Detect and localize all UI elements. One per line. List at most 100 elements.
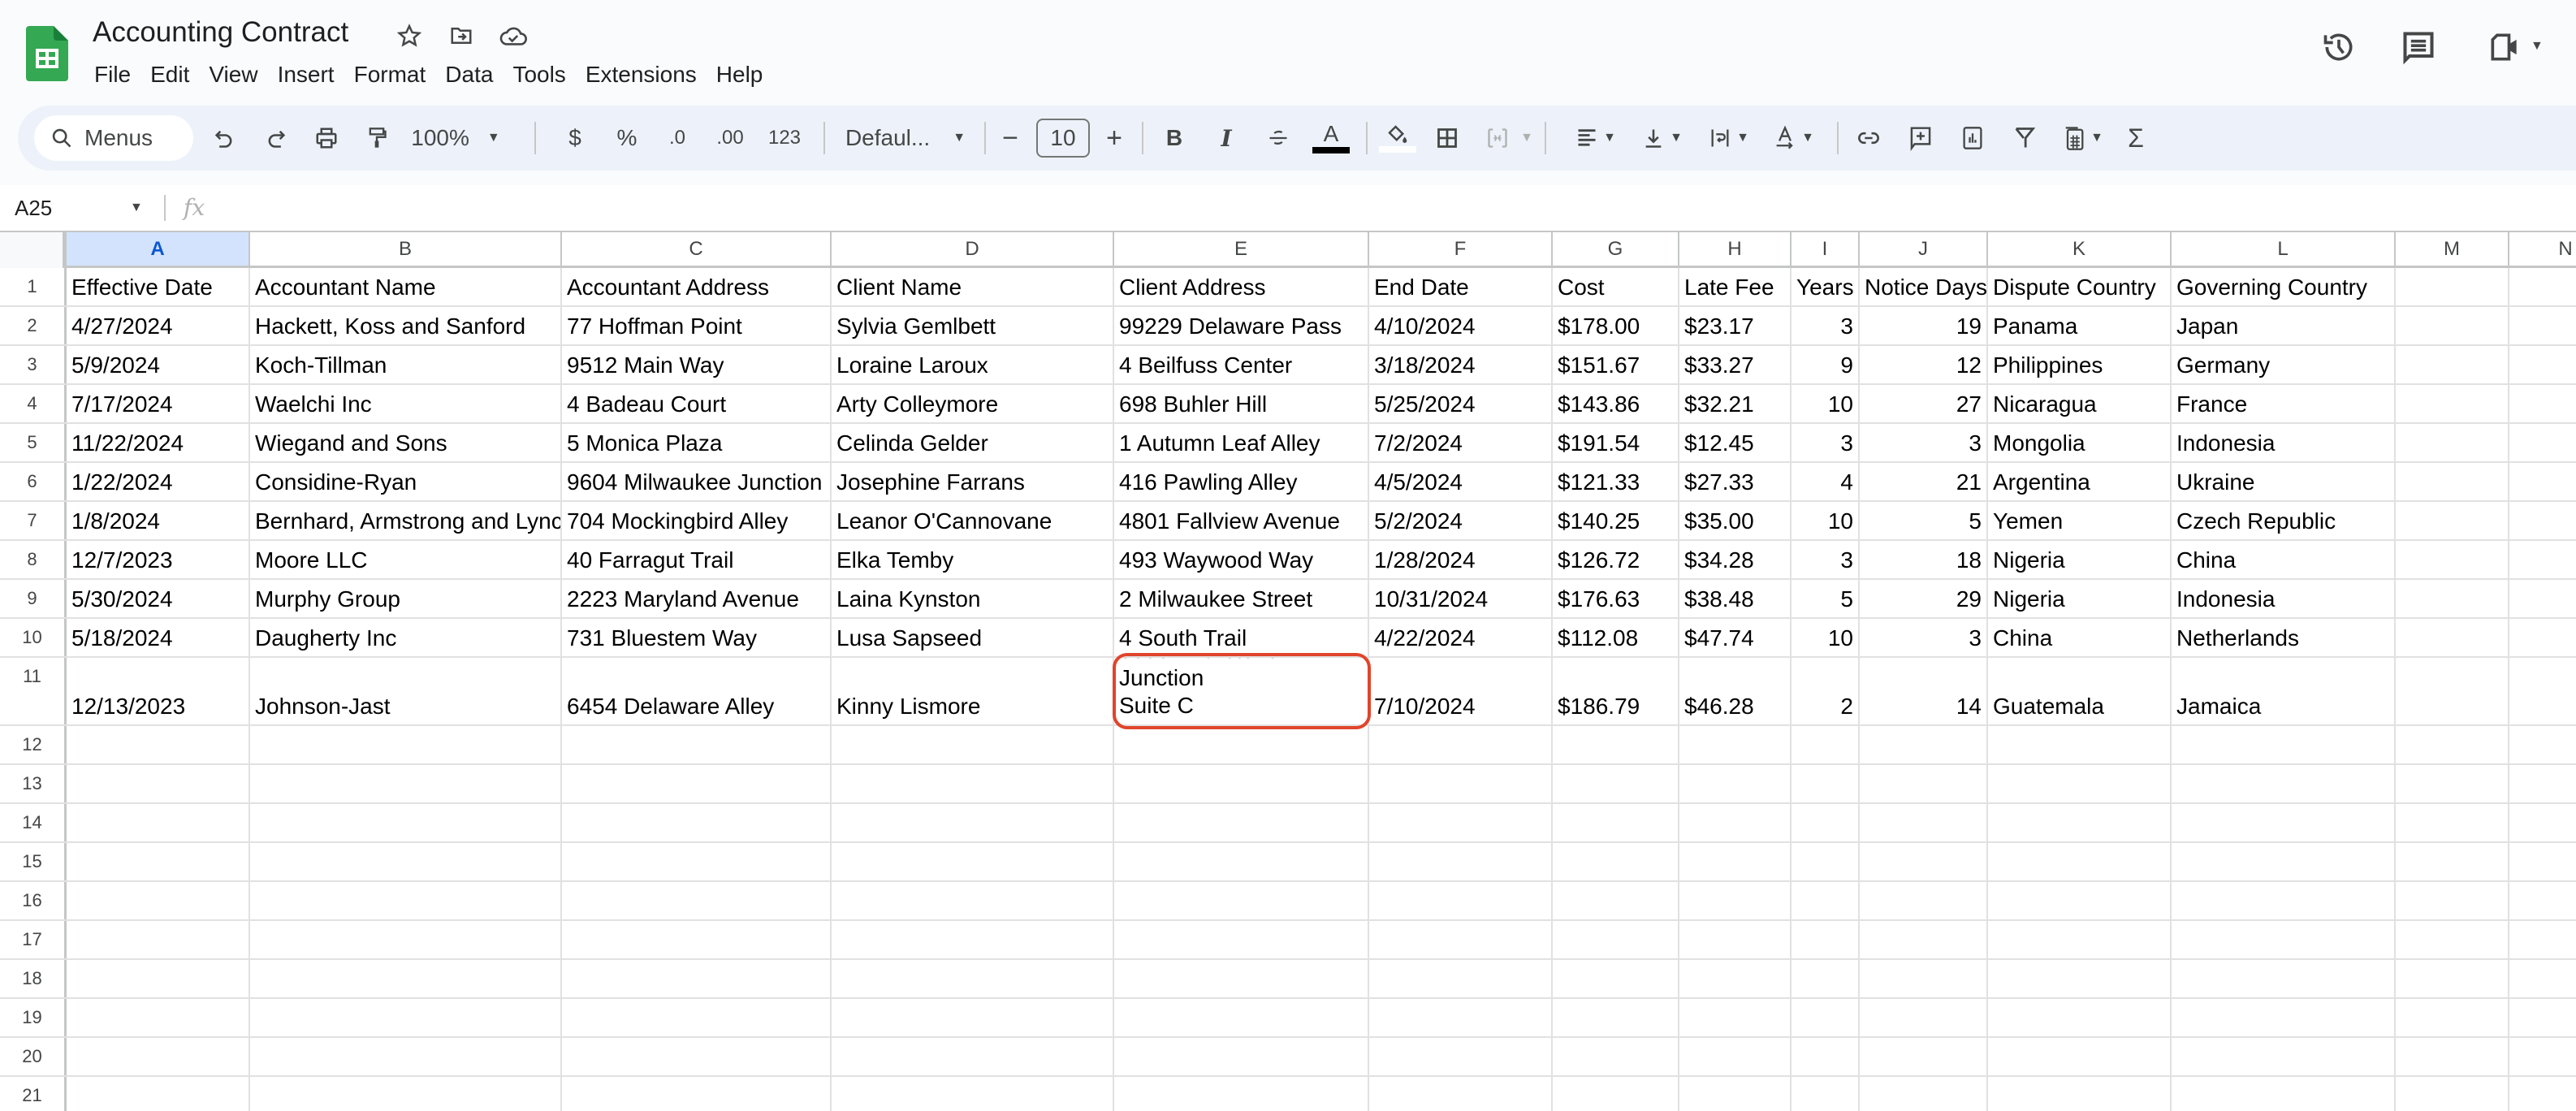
cell-h20[interactable] <box>1679 1038 1792 1075</box>
insert-link-icon[interactable] <box>1848 106 1889 171</box>
version-history-icon[interactable] <box>2316 24 2362 70</box>
cell-e15[interactable] <box>1114 843 1369 880</box>
row-header-21[interactable]: 21 <box>0 1077 67 1111</box>
cell-m4[interactable] <box>2396 385 2509 422</box>
meet-dropdown-caret-icon[interactable]: ▼ <box>2531 39 2544 54</box>
spreadsheet-grid[interactable]: ABCDEFGHIJKLMN 1 Effective Date Accountant… <box>0 231 2576 1111</box>
undo-icon[interactable] <box>206 106 242 171</box>
cell-j20[interactable] <box>1860 1038 1988 1075</box>
formula-input[interactable] <box>219 185 2576 231</box>
column-header-f[interactable]: F <box>1369 232 1553 266</box>
column-header-l[interactable]: L <box>2172 232 2396 266</box>
cell-n20[interactable] <box>2509 1038 2576 1075</box>
bold-button[interactable]: B <box>1156 106 1192 171</box>
row-header-13[interactable]: 13 <box>0 765 67 802</box>
name-box-caret-icon[interactable]: ▼ <box>130 185 143 231</box>
merge-cells-icon[interactable] <box>1480 106 1515 171</box>
column-header-i[interactable]: I <box>1792 232 1860 266</box>
cell-g9[interactable]: $176.63 <box>1553 580 1679 617</box>
cell-a1[interactable]: Effective Date <box>67 268 250 305</box>
cell-i18[interactable] <box>1792 960 1860 997</box>
cell-l8[interactable]: China <box>2172 541 2396 578</box>
cell-h15[interactable] <box>1679 843 1792 880</box>
column-header-j[interactable]: J <box>1860 232 1988 266</box>
cell-m1[interactable] <box>2396 268 2509 305</box>
cell-j17[interactable] <box>1860 921 1988 958</box>
cell-b4[interactable]: Waelchi Inc <box>250 385 562 422</box>
cell-i13[interactable] <box>1792 765 1860 802</box>
cell-j10[interactable]: 3 <box>1860 619 1988 656</box>
cell-j5[interactable]: 3 <box>1860 424 1988 461</box>
cell-k12[interactable] <box>1988 726 2172 763</box>
cell-i2[interactable]: 3 <box>1792 307 1860 344</box>
cell-j4[interactable]: 27 <box>1860 385 1988 422</box>
cell-l21[interactable] <box>2172 1077 2396 1111</box>
cell-e8[interactable]: 493 Waywood Way <box>1114 541 1369 578</box>
cell-d3[interactable]: Loraine Laroux <box>832 346 1114 383</box>
cell-g2[interactable]: $178.00 <box>1553 307 1679 344</box>
cell-e6[interactable]: 416 Pawling Alley <box>1114 463 1369 500</box>
cell-f1[interactable]: End Date <box>1369 268 1553 305</box>
cell-k14[interactable] <box>1988 804 2172 841</box>
cell-k19[interactable] <box>1988 999 2172 1036</box>
redo-icon[interactable] <box>258 106 294 171</box>
cell-a6[interactable]: 1/22/2024 <box>67 463 250 500</box>
cell-i10[interactable]: 10 <box>1792 619 1860 656</box>
cell-a14[interactable] <box>67 804 250 841</box>
cell-e7[interactable]: 4801 Fallview Avenue <box>1114 502 1369 539</box>
cell-c7[interactable]: 704 Mockingbird Alley <box>562 502 832 539</box>
cell-c20[interactable] <box>562 1038 832 1075</box>
cell-d13[interactable] <box>832 765 1114 802</box>
cell-i4[interactable]: 10 <box>1792 385 1860 422</box>
cell-l6[interactable]: Ukraine <box>2172 463 2396 500</box>
cell-h7[interactable]: $35.00 <box>1679 502 1792 539</box>
cell-j16[interactable] <box>1860 882 1988 919</box>
cell-i8[interactable]: 3 <box>1792 541 1860 578</box>
text-rotation-button[interactable]: ▼ <box>1766 106 1822 171</box>
cell-d5[interactable]: Celinda Gelder <box>832 424 1114 461</box>
cell-b9[interactable]: Murphy Group <box>250 580 562 617</box>
strikethrough-icon[interactable] <box>1260 106 1296 171</box>
cell-i9[interactable]: 5 <box>1792 580 1860 617</box>
cell-h13[interactable] <box>1679 765 1792 802</box>
cell-m16[interactable] <box>2396 882 2509 919</box>
filter-icon[interactable] <box>2004 106 2045 171</box>
row-header-15[interactable]: 15 <box>0 843 67 880</box>
row-header-2[interactable]: 2 <box>0 307 67 344</box>
cell-l10[interactable]: Netherlands <box>2172 619 2396 656</box>
cell-c13[interactable] <box>562 765 832 802</box>
cell-j2[interactable]: 19 <box>1860 307 1988 344</box>
cell-e19[interactable] <box>1114 999 1369 1036</box>
cell-l9[interactable]: Indonesia <box>2172 580 2396 617</box>
cell-l12[interactable] <box>2172 726 2396 763</box>
cell-g8[interactable]: $126.72 <box>1553 541 1679 578</box>
cell-e14[interactable] <box>1114 804 1369 841</box>
comments-icon[interactable] <box>2396 24 2441 70</box>
cell-n12[interactable] <box>2509 726 2576 763</box>
cell-j7[interactable]: 5 <box>1860 502 1988 539</box>
cell-b21[interactable] <box>250 1077 562 1111</box>
menu-file[interactable]: File <box>84 58 140 91</box>
cell-d1[interactable]: Client Name <box>832 268 1114 305</box>
cell-c6[interactable]: 9604 Milwaukee Junction <box>562 463 832 500</box>
cell-n10[interactable] <box>2509 619 2576 656</box>
cell-n1[interactable] <box>2509 268 2576 305</box>
cell-e18[interactable] <box>1114 960 1369 997</box>
cell-h2[interactable]: $23.17 <box>1679 307 1792 344</box>
cell-b19[interactable] <box>250 999 562 1036</box>
cell-j21[interactable] <box>1860 1077 1988 1111</box>
cell-f9[interactable]: 10/31/2024 <box>1369 580 1553 617</box>
cell-b8[interactable]: Moore LLC <box>250 541 562 578</box>
cell-a19[interactable] <box>67 999 250 1036</box>
cell-f2[interactable]: 4/10/2024 <box>1369 307 1553 344</box>
row-header-18[interactable]: 18 <box>0 960 67 997</box>
cell-g18[interactable] <box>1553 960 1679 997</box>
cell-h11[interactable]: $46.28 <box>1679 658 1792 724</box>
cell-k8[interactable]: Nigeria <box>1988 541 2172 578</box>
row-header-20[interactable]: 20 <box>0 1038 67 1075</box>
cell-h17[interactable] <box>1679 921 1792 958</box>
cell-a18[interactable] <box>67 960 250 997</box>
cell-n8[interactable] <box>2509 541 2576 578</box>
cell-f19[interactable] <box>1369 999 1553 1036</box>
borders-icon[interactable] <box>1429 106 1465 171</box>
